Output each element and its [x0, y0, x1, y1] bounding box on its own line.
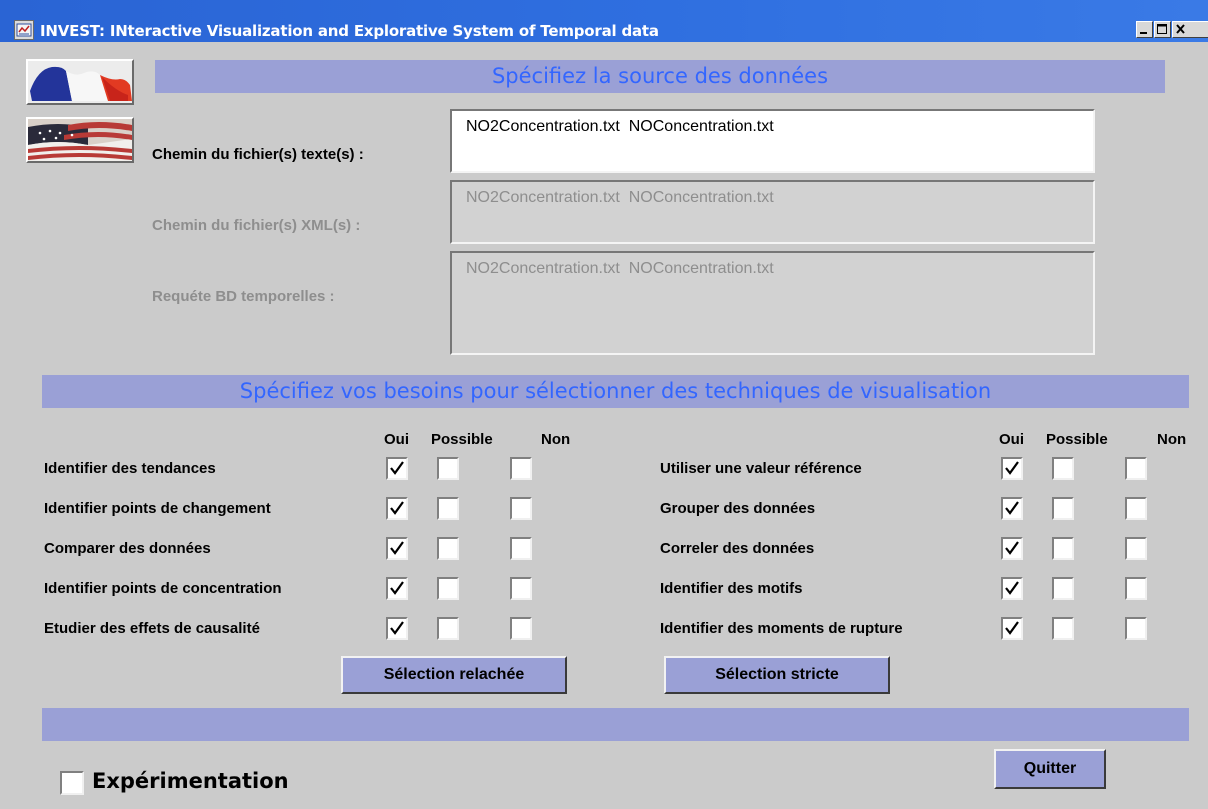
app-icon[interactable] [14, 20, 34, 40]
header-non-right: Non [1157, 431, 1187, 448]
experiment-checkbox[interactable] [60, 771, 84, 795]
temporal-query-label: Requéte BD temporelles : [152, 288, 335, 305]
checkbox-non[interactable] [510, 617, 532, 640]
checkbox-oui[interactable] [386, 537, 408, 560]
checkbox-non[interactable] [1125, 617, 1147, 640]
header-possible: Possible [431, 431, 493, 448]
need-label: Identifier des tendances [44, 460, 216, 477]
checkbox-possible[interactable] [437, 617, 459, 640]
checkbox-oui[interactable] [1001, 577, 1023, 600]
need-label: Utiliser une valeur référence [660, 460, 862, 477]
checkbox-possible[interactable] [437, 537, 459, 560]
header-oui-right: Oui [999, 431, 1024, 448]
checkbox-possible[interactable] [1052, 537, 1074, 560]
strict-selection-button[interactable]: Sélection stricte [664, 656, 890, 694]
close-icon[interactable] [1172, 21, 1208, 38]
quit-button[interactable]: Quitter [994, 749, 1106, 789]
need-label: Grouper des données [660, 500, 816, 517]
window-title: INVEST: INteractive Visualization and Ex… [40, 22, 659, 40]
need-label: Correler des données [660, 540, 815, 557]
main-panel: Spécifiez la source des données Chemin d… [0, 42, 1208, 809]
need-label: Identifier points de concentration [44, 580, 282, 597]
checkbox-oui[interactable] [386, 497, 408, 520]
checkbox-non[interactable] [510, 497, 532, 520]
need-label: Etudier des effets de causalité [44, 620, 260, 637]
checkbox-oui[interactable] [1001, 497, 1023, 520]
us-flag-icon [28, 119, 132, 161]
source-banner: Spécifiez la source des données [155, 60, 1165, 93]
header-oui: Oui [384, 431, 409, 448]
checkbox-possible[interactable] [437, 457, 459, 480]
checkbox-non[interactable] [1125, 577, 1147, 600]
need-label: Identifier des motifs [660, 580, 803, 597]
us-flag-button[interactable] [26, 117, 134, 163]
checkbox-oui[interactable] [1001, 537, 1023, 560]
need-label: Identifier points de changement [44, 500, 271, 517]
xml-path-field[interactable]: NO2Concentration.txt NOConcentration.txt [450, 180, 1095, 244]
text-path-label: Chemin du fichier(s) texte(s) : [152, 146, 364, 163]
checkbox-possible[interactable] [437, 577, 459, 600]
window-title-bar[interactable]: INVEST: INteractive Visualization and Ex… [0, 0, 1208, 42]
checkbox-oui[interactable] [386, 617, 408, 640]
checkbox-non[interactable] [510, 537, 532, 560]
needs-banner: Spécifiez vos besoins pour sélectionner … [42, 375, 1189, 408]
checkbox-possible[interactable] [1052, 577, 1074, 600]
checkbox-oui[interactable] [386, 457, 408, 480]
need-label: Identifier des moments de rupture [660, 620, 903, 637]
checkbox-non[interactable] [1125, 457, 1147, 480]
checkbox-non[interactable] [1125, 537, 1147, 560]
header-non: Non [541, 431, 571, 448]
checkbox-non[interactable] [510, 457, 532, 480]
need-label: Comparer des données [44, 540, 211, 557]
relaxed-selection-button[interactable]: Sélection relachée [341, 656, 567, 694]
checkbox-possible[interactable] [1052, 497, 1074, 520]
checkbox-non[interactable] [1125, 497, 1147, 520]
status-bar [42, 708, 1189, 741]
experiment-label: Expérimentation [92, 769, 289, 793]
xml-path-label: Chemin du fichier(s) XML(s) : [152, 217, 361, 234]
minimize-icon[interactable] [1136, 21, 1153, 38]
checkbox-possible[interactable] [1052, 457, 1074, 480]
checkbox-oui[interactable] [386, 577, 408, 600]
french-flag-icon [28, 61, 132, 103]
checkbox-possible[interactable] [1052, 617, 1074, 640]
french-flag-button[interactable] [26, 59, 134, 105]
checkbox-possible[interactable] [437, 497, 459, 520]
header-possible-right: Possible [1046, 431, 1108, 448]
text-path-field[interactable]: NO2Concentration.txt NOConcentration.txt [450, 109, 1095, 173]
maximize-icon[interactable] [1154, 21, 1171, 38]
checkbox-oui[interactable] [1001, 617, 1023, 640]
temporal-query-field[interactable]: NO2Concentration.txt NOConcentration.txt [450, 251, 1095, 355]
checkbox-oui[interactable] [1001, 457, 1023, 480]
checkbox-non[interactable] [510, 577, 532, 600]
